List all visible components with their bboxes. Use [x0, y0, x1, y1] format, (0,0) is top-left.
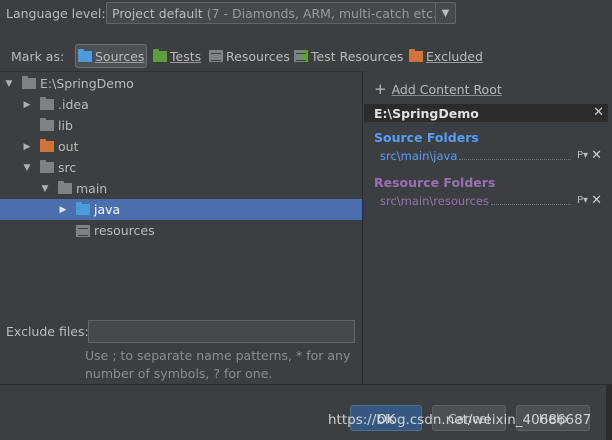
resources-folder-icon — [209, 50, 223, 62]
folder-icon — [40, 160, 54, 173]
bottom-divider — [0, 384, 612, 385]
language-level-dropdown[interactable]: Project default (7 - Diamonds, ARM, mult… — [106, 2, 456, 24]
expand-arrow-icon[interactable]: ▼ — [40, 184, 50, 194]
mark-tests-button[interactable]: Tests — [151, 44, 203, 68]
collapse-arrow-icon[interactable]: ▶ — [22, 100, 32, 110]
folder-icon — [58, 181, 72, 194]
tree-node-main[interactable]: ▼ main — [0, 178, 362, 199]
source-folder-path: src\main\java — [380, 148, 458, 163]
close-icon[interactable]: ✕ — [593, 105, 604, 120]
dotted-leader — [459, 159, 572, 160]
mark-test-resources-button[interactable]: Test Resources — [292, 44, 405, 68]
language-level-value: Project default — [112, 5, 203, 21]
collapse-arrow-icon[interactable]: ▶ — [58, 205, 68, 215]
excluded-folder-icon — [40, 139, 54, 152]
content-root-header: E:\SpringDemo ✕ — [364, 104, 608, 122]
expand-arrow-icon[interactable]: ▼ — [4, 79, 14, 89]
language-level-hint: (7 - Diamonds, ARM, multi-catch etc.) — [202, 5, 435, 21]
close-icon[interactable]: ✕ — [591, 193, 602, 208]
excluded-folder-icon — [409, 48, 423, 62]
language-level-label: Language level: — [6, 6, 106, 21]
mark-excluded-button[interactable]: Excluded — [407, 44, 485, 68]
tree-node-idea[interactable]: ▶ .idea — [0, 94, 362, 115]
test-resources-folder-icon — [294, 50, 308, 62]
add-content-root-button[interactable]: + Add Content Root — [374, 80, 502, 98]
exclude-files-input[interactable] — [88, 320, 355, 343]
tree-node-java[interactable]: ▶ java — [0, 199, 362, 220]
exclude-files-hint: Use ; to separate name patterns, * for a… — [85, 348, 351, 381]
folder-icon — [40, 97, 54, 110]
resources-folder-icon — [76, 224, 90, 237]
tree-node-out[interactable]: ▶ out — [0, 136, 362, 157]
source-folders-title: Source Folders — [374, 130, 479, 145]
resource-folders-title: Resource Folders — [374, 175, 496, 190]
tree-node-lib[interactable]: lib — [0, 115, 362, 136]
tests-folder-icon — [153, 48, 167, 62]
folder-icon — [40, 118, 54, 131]
exclude-files-label: Exclude files: — [6, 324, 89, 339]
properties-icon[interactable]: P▾ — [577, 195, 588, 206]
expand-arrow-icon[interactable]: ▼ — [22, 163, 32, 173]
dotted-leader — [491, 204, 572, 205]
content-root-path: E:\SpringDemo — [374, 105, 479, 121]
close-icon[interactable]: ✕ — [591, 148, 602, 163]
resource-folder-entry: src\main\resources P▾ ✕ — [380, 193, 602, 208]
window-edge — [606, 384, 612, 440]
chevron-down-icon[interactable]: ▼ — [435, 3, 455, 23]
properties-icon[interactable]: P▾ — [577, 150, 588, 161]
mark-sources-button[interactable]: Sources — [75, 44, 148, 68]
collapse-arrow-icon[interactable]: ▶ — [22, 142, 32, 152]
mark-as-label: Mark as: — [11, 49, 65, 64]
tree-node-resources[interactable]: resources — [0, 220, 362, 241]
mark-resources-button[interactable]: Resources — [207, 44, 292, 68]
sources-folder-icon — [76, 202, 90, 215]
resource-folder-path: src\main\resources — [380, 193, 490, 208]
watermark: https://blog.csdn.net/weixin_40686687 — [328, 412, 592, 428]
source-folder-entry: src\main\java P▾ ✕ — [380, 148, 602, 163]
tree-node-root[interactable]: ▼ E:\SpringDemo — [0, 73, 362, 94]
tree-node-src[interactable]: ▼ src — [0, 157, 362, 178]
sources-folder-icon — [78, 48, 92, 62]
plus-icon: + — [374, 80, 387, 98]
folder-icon — [22, 76, 36, 89]
